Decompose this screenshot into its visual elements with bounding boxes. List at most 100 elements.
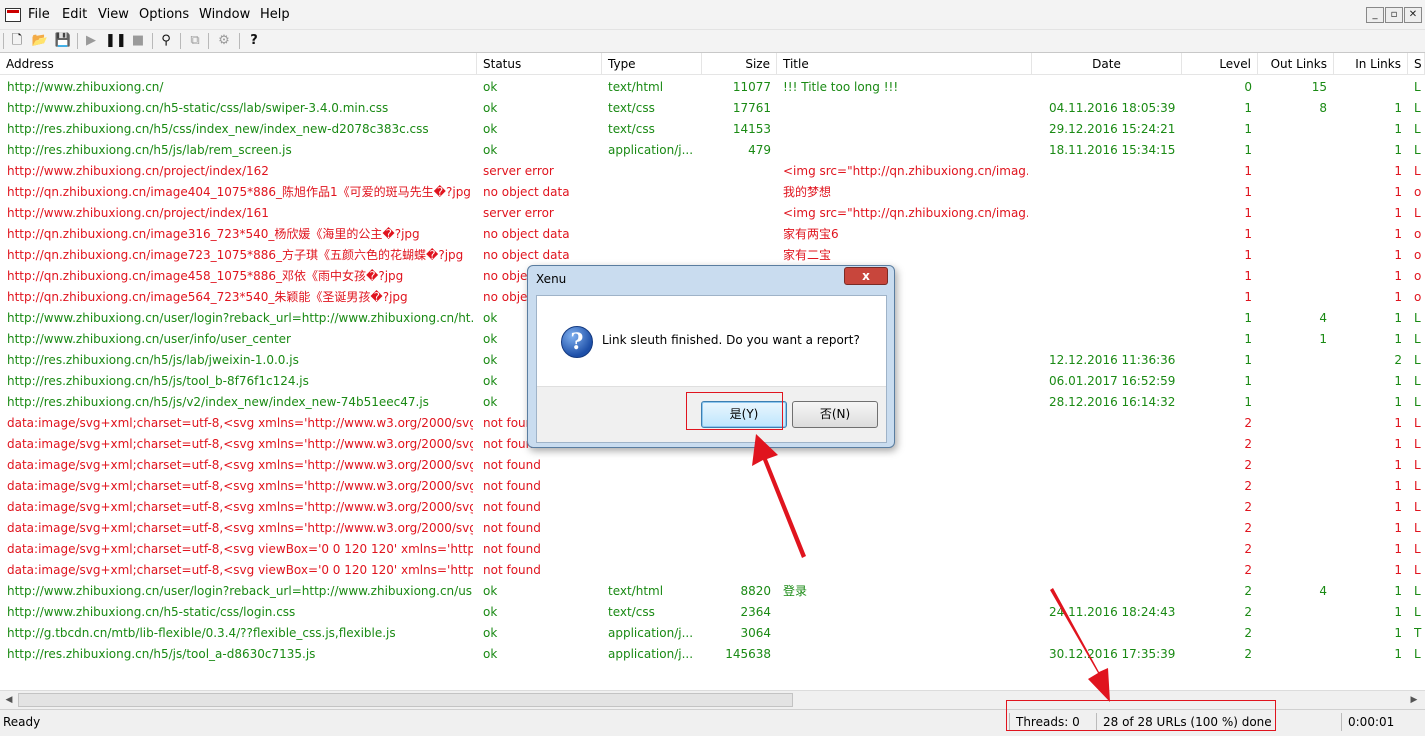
close-button[interactable]: ✕ [1404,7,1422,23]
table-row[interactable]: http://www.zhibuxiong.cn/project/index/1… [0,161,1425,182]
cell-in-links: 1 [1394,164,1402,178]
cell-level: 1 [1244,185,1252,199]
cell-date [1049,203,1179,224]
table-row[interactable]: http://qn.zhibuxiong.cn/image316_723*540… [0,224,1425,245]
help-icon[interactable]: ? [244,32,264,50]
table-row[interactable]: data:image/svg+xml;charset=utf-8,<svg vi… [0,539,1425,560]
menu-file[interactable]: File [28,7,50,22]
col-in-links[interactable]: In Links [1334,53,1408,75]
table-row[interactable]: data:image/svg+xml;charset=utf-8,<svg xm… [0,455,1425,476]
table-row[interactable]: http://res.zhibuxiong.cn/h5/js/tool_a-d8… [0,644,1425,665]
menu-help[interactable]: Help [260,7,290,22]
scroll-thumb[interactable] [18,693,793,707]
cell-date [1049,581,1179,602]
restore-button[interactable]: ▫ [1385,7,1403,23]
cell-out-links [1258,497,1327,518]
menu-options[interactable]: Options [139,7,189,22]
col-title[interactable]: Title [777,53,1032,75]
col-date[interactable]: Date [1032,53,1182,75]
table-row[interactable]: http://res.zhibuxiong.cn/h5/css/index_ne… [0,119,1425,140]
table-row[interactable]: data:image/svg+xml;charset=utf-8,<svg xm… [0,497,1425,518]
cell-size: 3064 [740,626,771,640]
table-row[interactable]: data:image/svg+xml;charset=utf-8,<svg xm… [0,518,1425,539]
pause-icon[interactable]: ❚❚ [105,32,127,50]
cell-date: 29.12.2016 15:24:21 [1049,122,1176,136]
menu-view[interactable]: View [98,7,129,22]
cell-type [608,476,700,497]
status-ready: Ready [3,715,41,729]
table-row[interactable]: http://qn.zhibuxiong.cn/image723_1075*88… [0,245,1425,266]
cell-server: L [1414,353,1421,367]
cell-out-links: 4 [1319,311,1327,325]
cell-address: http://res.zhibuxiong.cn/h5/js/v2/index_… [7,395,429,409]
table-row[interactable]: http://www.zhibuxiong.cn/h5-static/css/l… [0,602,1425,623]
col-address[interactable]: Address [0,53,477,75]
no-button[interactable]: 否(N) [792,401,878,428]
cell-in-links: 1 [1394,458,1402,472]
cell-address: http://www.zhibuxiong.cn/h5-static/css/l… [7,101,389,115]
cell-address: http://www.zhibuxiong.cn/project/index/1… [7,164,269,178]
minimize-button[interactable]: _ [1366,7,1384,23]
dialog-close-button[interactable]: x [844,267,888,285]
cell-server: L [1414,143,1421,157]
cell-date [1049,539,1179,560]
menu-edit[interactable]: Edit [62,7,87,22]
cell-address: http://res.zhibuxiong.cn/h5/js/tool_b-8f… [7,374,309,388]
cell-server: L [1414,122,1421,136]
cell-date [1049,413,1179,434]
table-row[interactable]: http://www.zhibuxiong.cn/project/index/1… [0,203,1425,224]
cell-title [783,119,1028,140]
table-row[interactable]: data:image/svg+xml;charset=utf-8,<svg vi… [0,560,1425,581]
properties-icon[interactable]: ⚙ [214,32,234,50]
menu-window[interactable]: Window [199,7,250,22]
table-row[interactable]: http://g.tbcdn.cn/mtb/lib-flexible/0.3.4… [0,623,1425,644]
col-level[interactable]: Level [1182,53,1258,75]
scroll-left-icon[interactable]: ◀ [2,693,16,707]
cell-server: L [1414,542,1421,556]
cell-title: !!! Title too long !!! [783,80,899,94]
cell-level: 2 [1244,647,1252,661]
cell-type [608,203,700,224]
cell-status: ok [483,584,498,598]
cell-status: not found [483,458,541,472]
cell-in-links: 1 [1394,542,1402,556]
copy-icon[interactable]: ⧉ [185,32,205,50]
table-row[interactable]: http://res.zhibuxiong.cn/h5/js/lab/rem_s… [0,140,1425,161]
scroll-right-icon[interactable]: ▶ [1407,693,1421,707]
cell-type: text/css [608,122,655,136]
find-icon[interactable]: ⚲ [156,32,176,50]
table-row[interactable]: http://www.zhibuxiong.cn/user/login?reba… [0,581,1425,602]
table-row[interactable]: data:image/svg+xml;charset=utf-8,<svg xm… [0,476,1425,497]
col-type[interactable]: Type [602,53,702,75]
cell-size [702,476,771,497]
play-icon[interactable]: ▶ [81,32,101,50]
cell-address: data:image/svg+xml;charset=utf-8,<svg xm… [7,479,473,493]
cell-address: http://res.zhibuxiong.cn/h5/js/lab/jweix… [7,353,299,367]
cell-in-links: 1 [1394,227,1402,241]
open-icon[interactable]: 📂 [30,32,50,50]
table-row[interactable]: http://www.zhibuxiong.cn/ok text/html 1107… [0,77,1425,98]
table-row[interactable]: http://qn.zhibuxiong.cn/image404_1075*88… [0,182,1425,203]
cell-out-links [1258,161,1327,182]
cell-title [783,476,1028,497]
cell-in-links: 1 [1394,101,1402,115]
cell-size [702,245,771,266]
col-status[interactable]: Status [477,53,602,75]
table-row[interactable]: http://www.zhibuxiong.cn/h5-static/css/l… [0,98,1425,119]
cell-in-links: 1 [1394,122,1402,136]
table-header: Address Status Type Size Title Date Leve… [0,53,1425,75]
cell-address: http://www.zhibuxiong.cn/h5-static/css/l… [7,605,296,619]
save-icon[interactable]: 💾 [53,32,73,50]
stop-icon[interactable]: ■ [128,32,148,50]
col-size[interactable]: Size [702,53,777,75]
col-out-links[interactable]: Out Links [1258,53,1334,75]
col-server[interactable]: S [1408,53,1425,75]
toolbar: 🗋 📂 💾 ▶ ❚❚ ■ ⚲ ⧉ ⚙ ? [0,30,1425,53]
new-icon[interactable]: 🗋 [7,32,27,50]
cell-level: 2 [1244,542,1252,556]
cell-title [783,518,1028,539]
cell-server: L [1414,206,1421,220]
cell-out-links [1258,623,1327,644]
cell-address: data:image/svg+xml;charset=utf-8,<svg xm… [7,521,473,535]
cell-title [783,539,1028,560]
